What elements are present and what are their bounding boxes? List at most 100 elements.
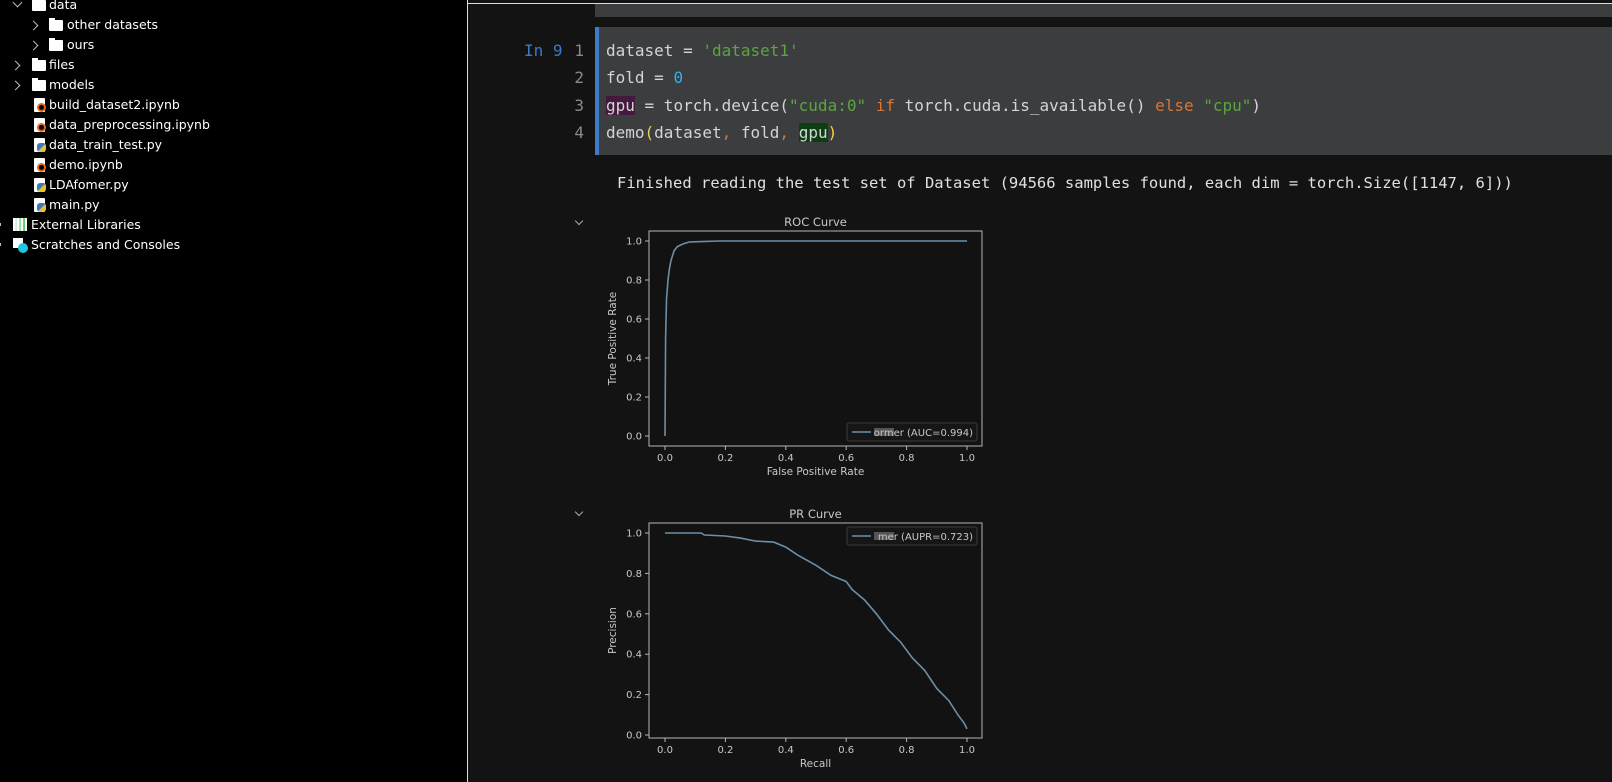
x-tick-label: 1.0: [959, 745, 975, 756]
x-tick-label: 0.8: [899, 745, 915, 756]
y-tick-label: 1.0: [626, 237, 642, 248]
code-line-3[interactable]: gpu = torch.device("cuda:0" if torch.cud…: [606, 96, 1261, 115]
clock-icon: [18, 243, 28, 253]
tree-item-data[interactable]: data: [0, 0, 300, 15]
string-literal: 'dataset1': [702, 41, 799, 60]
code-token: = torch.device(: [634, 96, 790, 115]
code-token: ): [1251, 96, 1262, 115]
code-line-4[interactable]: demo(dataset, fold, gpu): [606, 123, 837, 142]
tree-item-other-datasets[interactable]: other datasets: [0, 15, 300, 35]
line-number: 3: [574, 96, 584, 115]
chevron-right-icon[interactable]: [28, 20, 39, 31]
line-number: 2: [574, 68, 584, 87]
y-tick-label: 1.0: [626, 529, 642, 540]
x-tick-label: 0.2: [717, 745, 733, 756]
y-tick-label: 0.0: [626, 731, 642, 742]
paren: (: [644, 123, 655, 142]
notebook-file-icon: [34, 118, 46, 132]
y-tick-label: 0.6: [626, 315, 642, 326]
tree-item-models[interactable]: models: [0, 75, 300, 95]
line-number: 1: [574, 41, 584, 60]
tree-item-demo[interactable]: demo.ipynb: [0, 155, 300, 175]
tree-item-label: data: [49, 0, 78, 12]
x-tick-label: 0.6: [838, 453, 854, 464]
y-tick-label: 0.0: [626, 432, 642, 443]
chevron-right-icon[interactable]: [10, 80, 21, 91]
x-tick-label: 0.0: [657, 745, 673, 756]
folder-icon: [32, 78, 46, 91]
legend-label: mer (AUPR=0.723): [878, 532, 973, 543]
chart-title: ROC Curve: [784, 215, 847, 229]
code-line-1[interactable]: dataset = 'dataset1': [606, 41, 799, 60]
legend-label: ormer (AUC=0.994): [874, 428, 973, 439]
expand-dot-icon[interactable]: [0, 243, 1, 246]
cell-output-text: Finished reading the test set of Dataset…: [617, 174, 1513, 192]
tree-item-label: Scratches and Consoles: [31, 237, 181, 252]
python-file-icon: [34, 198, 46, 212]
tree-item-label: ours: [67, 37, 95, 52]
previous-cell[interactable]: [595, 4, 1612, 17]
folder-icon: [49, 18, 63, 31]
tree-item-files[interactable]: files: [0, 55, 300, 75]
x-tick-label: 0.6: [838, 745, 854, 756]
y-tick-label: 0.4: [626, 650, 642, 661]
x-tick-label: 0.8: [899, 453, 915, 464]
comma: ,: [779, 123, 790, 142]
tree-item-label: LDAfomer.py: [49, 177, 129, 192]
chevron-down-icon[interactable]: [12, 0, 23, 8]
tree-item-label: demo.ipynb: [49, 157, 123, 172]
tree-item-scratches[interactable]: Scratches and Consoles: [0, 235, 300, 255]
notebook-file-icon: [34, 98, 46, 112]
folder-icon: [32, 58, 46, 71]
code-token: dataset: [654, 123, 722, 142]
chevron-right-icon[interactable]: [28, 40, 39, 51]
tree-item-label: data_preprocessing.ipynb: [49, 117, 210, 132]
tree-item-label: data_train_test.py: [49, 137, 163, 152]
x-axis-label: False Positive Rate: [767, 466, 865, 478]
y-axis-label: Precision: [607, 607, 619, 654]
expand-dot-icon[interactable]: [0, 223, 1, 226]
cell-execution-count: In 9: [524, 41, 563, 60]
chevron-right-icon[interactable]: [10, 60, 21, 71]
x-axis-label: Recall: [800, 758, 831, 770]
keyword: if: [866, 96, 895, 115]
y-tick-label: 0.8: [626, 276, 642, 287]
roc-chart: ROC Curve 0.0 0.2 0.4 0.6 0.8 1.0 0.0 0.2 0.4 0.6 0…: [607, 215, 983, 478]
x-tick-label: 1.0: [959, 453, 975, 464]
tree-item-data-preprocessing[interactable]: data_preprocessing.ipynb: [0, 115, 300, 135]
tree-item-data-train-test[interactable]: data_train_test.py: [0, 135, 300, 155]
tree-item-external-libraries[interactable]: External Libraries: [0, 215, 300, 235]
project-tree: data other datasets ours files models bu…: [0, 0, 467, 782]
comma: ,: [721, 123, 732, 142]
folder-icon: [49, 38, 63, 51]
y-tick-label: 0.6: [626, 609, 642, 620]
code-token: dataset =: [606, 41, 703, 60]
y-tick-label: 0.8: [626, 569, 642, 580]
code-token: demo: [606, 123, 645, 142]
tree-item-build-dataset2[interactable]: build_dataset2.ipynb: [0, 95, 300, 115]
tree-item-main[interactable]: main.py: [0, 195, 300, 215]
string-literal: "cuda:0": [789, 96, 867, 115]
number-literal: 0: [673, 68, 684, 87]
tree-item-label: External Libraries: [31, 217, 141, 232]
plot-frame: [648, 522, 983, 739]
code-line-2[interactable]: fold = 0: [606, 68, 683, 87]
tree-item-label: main.py: [49, 197, 100, 212]
tree-item-ours[interactable]: ours: [0, 35, 300, 55]
x-tick-label: 0.2: [717, 453, 733, 464]
tree-item-label: build_dataset2.ipynb: [49, 97, 180, 112]
code-token: fold =: [606, 68, 674, 87]
folder-icon: [32, 0, 46, 11]
tree-item-ldafomer[interactable]: LDAfomer.py: [0, 175, 300, 195]
tree-item-label: other datasets: [67, 17, 159, 32]
pr-chart: PR Curve 0.0 0.2 0.4 0.6 0.8 1.0 0.0 0.2 0.4 0.6 0.…: [607, 507, 983, 770]
python-file-icon: [34, 178, 46, 192]
library-icon: [13, 218, 27, 231]
variable-highlight: gpu: [606, 96, 635, 115]
code-token: fold: [731, 123, 780, 142]
y-tick-label: 0.2: [626, 690, 642, 701]
variable-highlight: gpu: [798, 123, 828, 142]
plot-frame: [648, 230, 983, 447]
python-file-icon: [34, 138, 46, 152]
